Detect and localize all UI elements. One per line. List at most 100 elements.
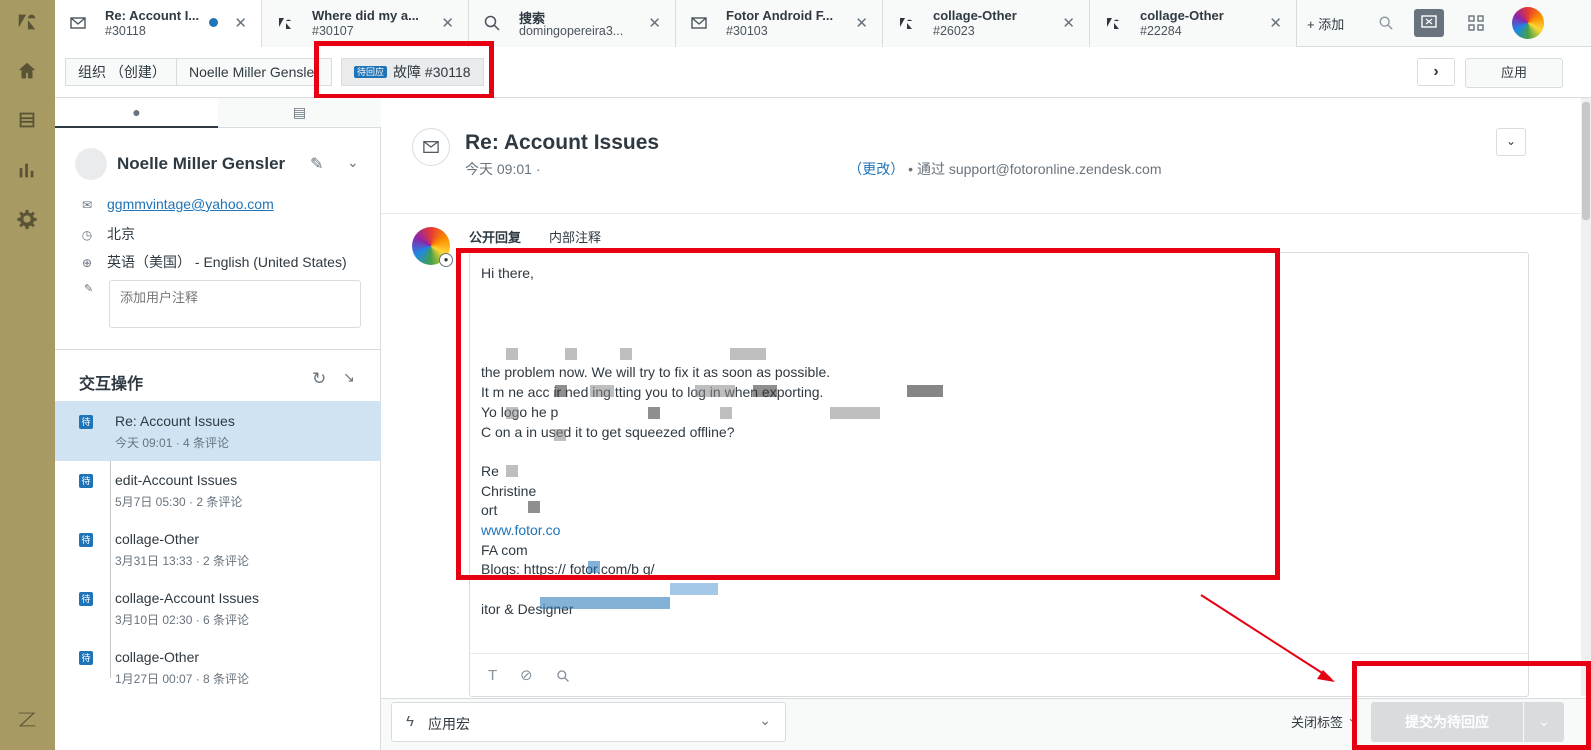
channel-avatar <box>412 128 450 166</box>
body-line: FA com <box>481 542 528 558</box>
conversations-button[interactable] <box>1414 9 1444 37</box>
breadcrumb-org[interactable]: 组织 （创建） <box>65 58 179 86</box>
collapse-icon[interactable]: ↘ <box>343 369 355 386</box>
next-button[interactable]: › <box>1417 58 1455 86</box>
ticket-options-button[interactable]: ⌄ <box>1496 128 1526 156</box>
redaction-block <box>506 465 518 477</box>
zendesk-ticket-icon <box>279 18 291 29</box>
reporting-icon[interactable] <box>14 157 40 183</box>
tab-title: collage-Other <box>1140 8 1224 23</box>
status-badge: 待 <box>79 474 93 488</box>
home-icon[interactable] <box>14 58 40 84</box>
clock-icon: ◷ <box>81 228 93 242</box>
redaction-block <box>506 348 518 360</box>
close-tags-toggle[interactable]: 关闭标签 <box>1291 712 1343 731</box>
text-format-icon[interactable]: T <box>488 667 497 684</box>
tab-ticket-26023[interactable]: collage-Other #26023 ✕ <box>883 0 1090 47</box>
refresh-icon[interactable]: ↻ <box>312 369 326 389</box>
body-line: ort <box>481 502 498 518</box>
item-title: Re: Account Issues <box>115 413 235 429</box>
list-item[interactable]: 待 collage-Other 1月27日 00:07 · 8 条评论 <box>55 637 381 697</box>
list-item[interactable]: 待 collage-Other 3月31日 13:33 · 2 条评论 <box>55 519 381 579</box>
attachment-icon[interactable]: ⊘ <box>520 666 533 684</box>
breadcrumb-ticket[interactable]: 待回应 故障 #30118 <box>341 58 484 86</box>
edit-pencil-icon[interactable]: ✎ <box>310 154 323 174</box>
body-line: Re <box>481 463 499 479</box>
item-meta: 1月27日 00:07 · 8 条评论 <box>115 672 250 686</box>
body-link[interactable]: www.fotor.co <box>481 522 560 538</box>
redaction-block <box>720 407 732 419</box>
breadcrumb-user[interactable]: Noelle Miller Gensler <box>176 58 332 86</box>
redaction-block <box>830 407 880 419</box>
tab-internal-note[interactable]: 内部注释 <box>549 227 601 246</box>
submit-options-button[interactable]: ⌄ <box>1524 702 1564 742</box>
product-tray-icon[interactable] <box>1468 15 1484 31</box>
redaction-block <box>588 561 600 573</box>
avatar[interactable] <box>1512 7 1544 39</box>
macro-label: 应用宏 <box>428 716 470 732</box>
redaction-block <box>695 385 735 397</box>
settings-gear-icon[interactable] <box>14 206 40 232</box>
redaction-block <box>670 583 718 595</box>
user-note-input[interactable] <box>109 280 361 328</box>
tab-subtitle: #22284 <box>1140 24 1182 38</box>
list-item[interactable]: 待 Re: Account Issues 今天 09:01 · 4 条评论 <box>55 401 381 461</box>
close-tab-icon[interactable]: ✕ <box>648 14 661 32</box>
breadcrumb-ticket-label: 故障 #30118 <box>393 64 471 80</box>
tab-public-reply[interactable]: 公开回复 <box>469 227 521 246</box>
tab-subtitle: #30107 <box>312 24 354 38</box>
zendesk-ticket-icon <box>1107 18 1119 29</box>
list-item[interactable]: 待 collage-Account Issues 3月10日 02:30 · 6… <box>55 578 381 638</box>
item-meta: 3月31日 13:33 · 2 条评论 <box>115 554 250 568</box>
close-tab-icon[interactable]: ✕ <box>1269 14 1282 32</box>
item-title: collage-Account Issues <box>115 590 259 606</box>
status-badge: 待 <box>79 415 93 429</box>
close-tab-icon[interactable]: ✕ <box>855 14 868 32</box>
ticket-via: • 通过 support@fotoronline.zendesk.com <box>908 161 1162 177</box>
tab-user[interactable]: ● <box>55 98 218 128</box>
status-badge: 待 <box>79 592 93 606</box>
zendesk-logo-icon[interactable] <box>14 9 40 35</box>
close-tab-icon[interactable]: ✕ <box>1062 14 1075 32</box>
chevron-down-icon: ⌄ <box>1538 713 1550 729</box>
change-requester-link[interactable]: （更改） <box>848 161 904 177</box>
search-icon[interactable] <box>556 669 570 683</box>
body-line: Christine <box>481 483 537 499</box>
tab-ticket-22284[interactable]: collage-Other #22284 ✕ <box>1090 0 1297 47</box>
redaction-block <box>907 385 943 397</box>
reply-composer[interactable]: Hi there, the problem now. We will try t… <box>469 252 1529 697</box>
add-tab-button[interactable]: + 添加 <box>1307 14 1344 33</box>
item-title: collage-Other <box>115 649 200 665</box>
body-line: Blogs: https:// fotor.com/b g/ <box>481 561 655 577</box>
search-icon[interactable] <box>1378 15 1394 31</box>
divider <box>470 653 1528 654</box>
close-tab-icon[interactable]: ✕ <box>441 14 454 32</box>
tab-ticket-30118[interactable]: Re: Account I... #30118 ✕ <box>55 0 262 47</box>
redaction-block <box>565 348 577 360</box>
tab-ticket-30107[interactable]: Where did my a... #30107 ✕ <box>262 0 469 47</box>
chevron-down-icon[interactable]: ⌄ <box>347 154 359 171</box>
tab-search[interactable]: 搜索 domingopereira3... ✕ <box>469 0 676 47</box>
submit-button[interactable]: 提交为待回应 <box>1371 702 1523 742</box>
apply-button[interactable]: 应用 <box>1465 58 1563 88</box>
tab-ticket-30103[interactable]: Fotor Android F... #30103 ✕ <box>676 0 883 47</box>
apply-macro-dropdown[interactable]: ϟ 应用宏 ⌄ <box>391 702 786 742</box>
user-language-row: ⊕ 英语（美国） - English (United States) <box>79 252 347 272</box>
user-email[interactable]: ggmmvintage@yahoo.com <box>107 196 274 212</box>
status-badge: 待 <box>79 533 93 547</box>
interactions-title: 交互操作 <box>79 376 144 393</box>
scrollbar[interactable] <box>1581 98 1591 696</box>
user-panel: ● ▤ Noelle Miller Gensler ✎ ⌄ ✉ ggmmvinta… <box>55 98 381 750</box>
list-item[interactable]: 待 edit-Account Issues 5月7日 05:30 · 2 条评论 <box>55 460 381 520</box>
ticket-breadcrumb-bar: 组织 （创建） Noelle Miller Gensler 待回应 故障 #301… <box>55 47 1591 98</box>
chevron-down-icon[interactable]: ⌄ <box>1347 710 1358 726</box>
globe-icon: ⊕ <box>81 256 93 270</box>
scrollbar-thumb[interactable] <box>1582 102 1590 220</box>
close-tab-icon[interactable]: ✕ <box>234 14 247 32</box>
tab-org[interactable]: ▤ <box>218 98 381 128</box>
user-location: 北京 <box>107 226 135 242</box>
body-line: C on a in used it to get squeezed offlin… <box>481 424 735 440</box>
mail-icon <box>70 17 86 29</box>
views-icon[interactable] <box>14 107 40 133</box>
tab-title: Where did my a... <box>312 8 419 23</box>
